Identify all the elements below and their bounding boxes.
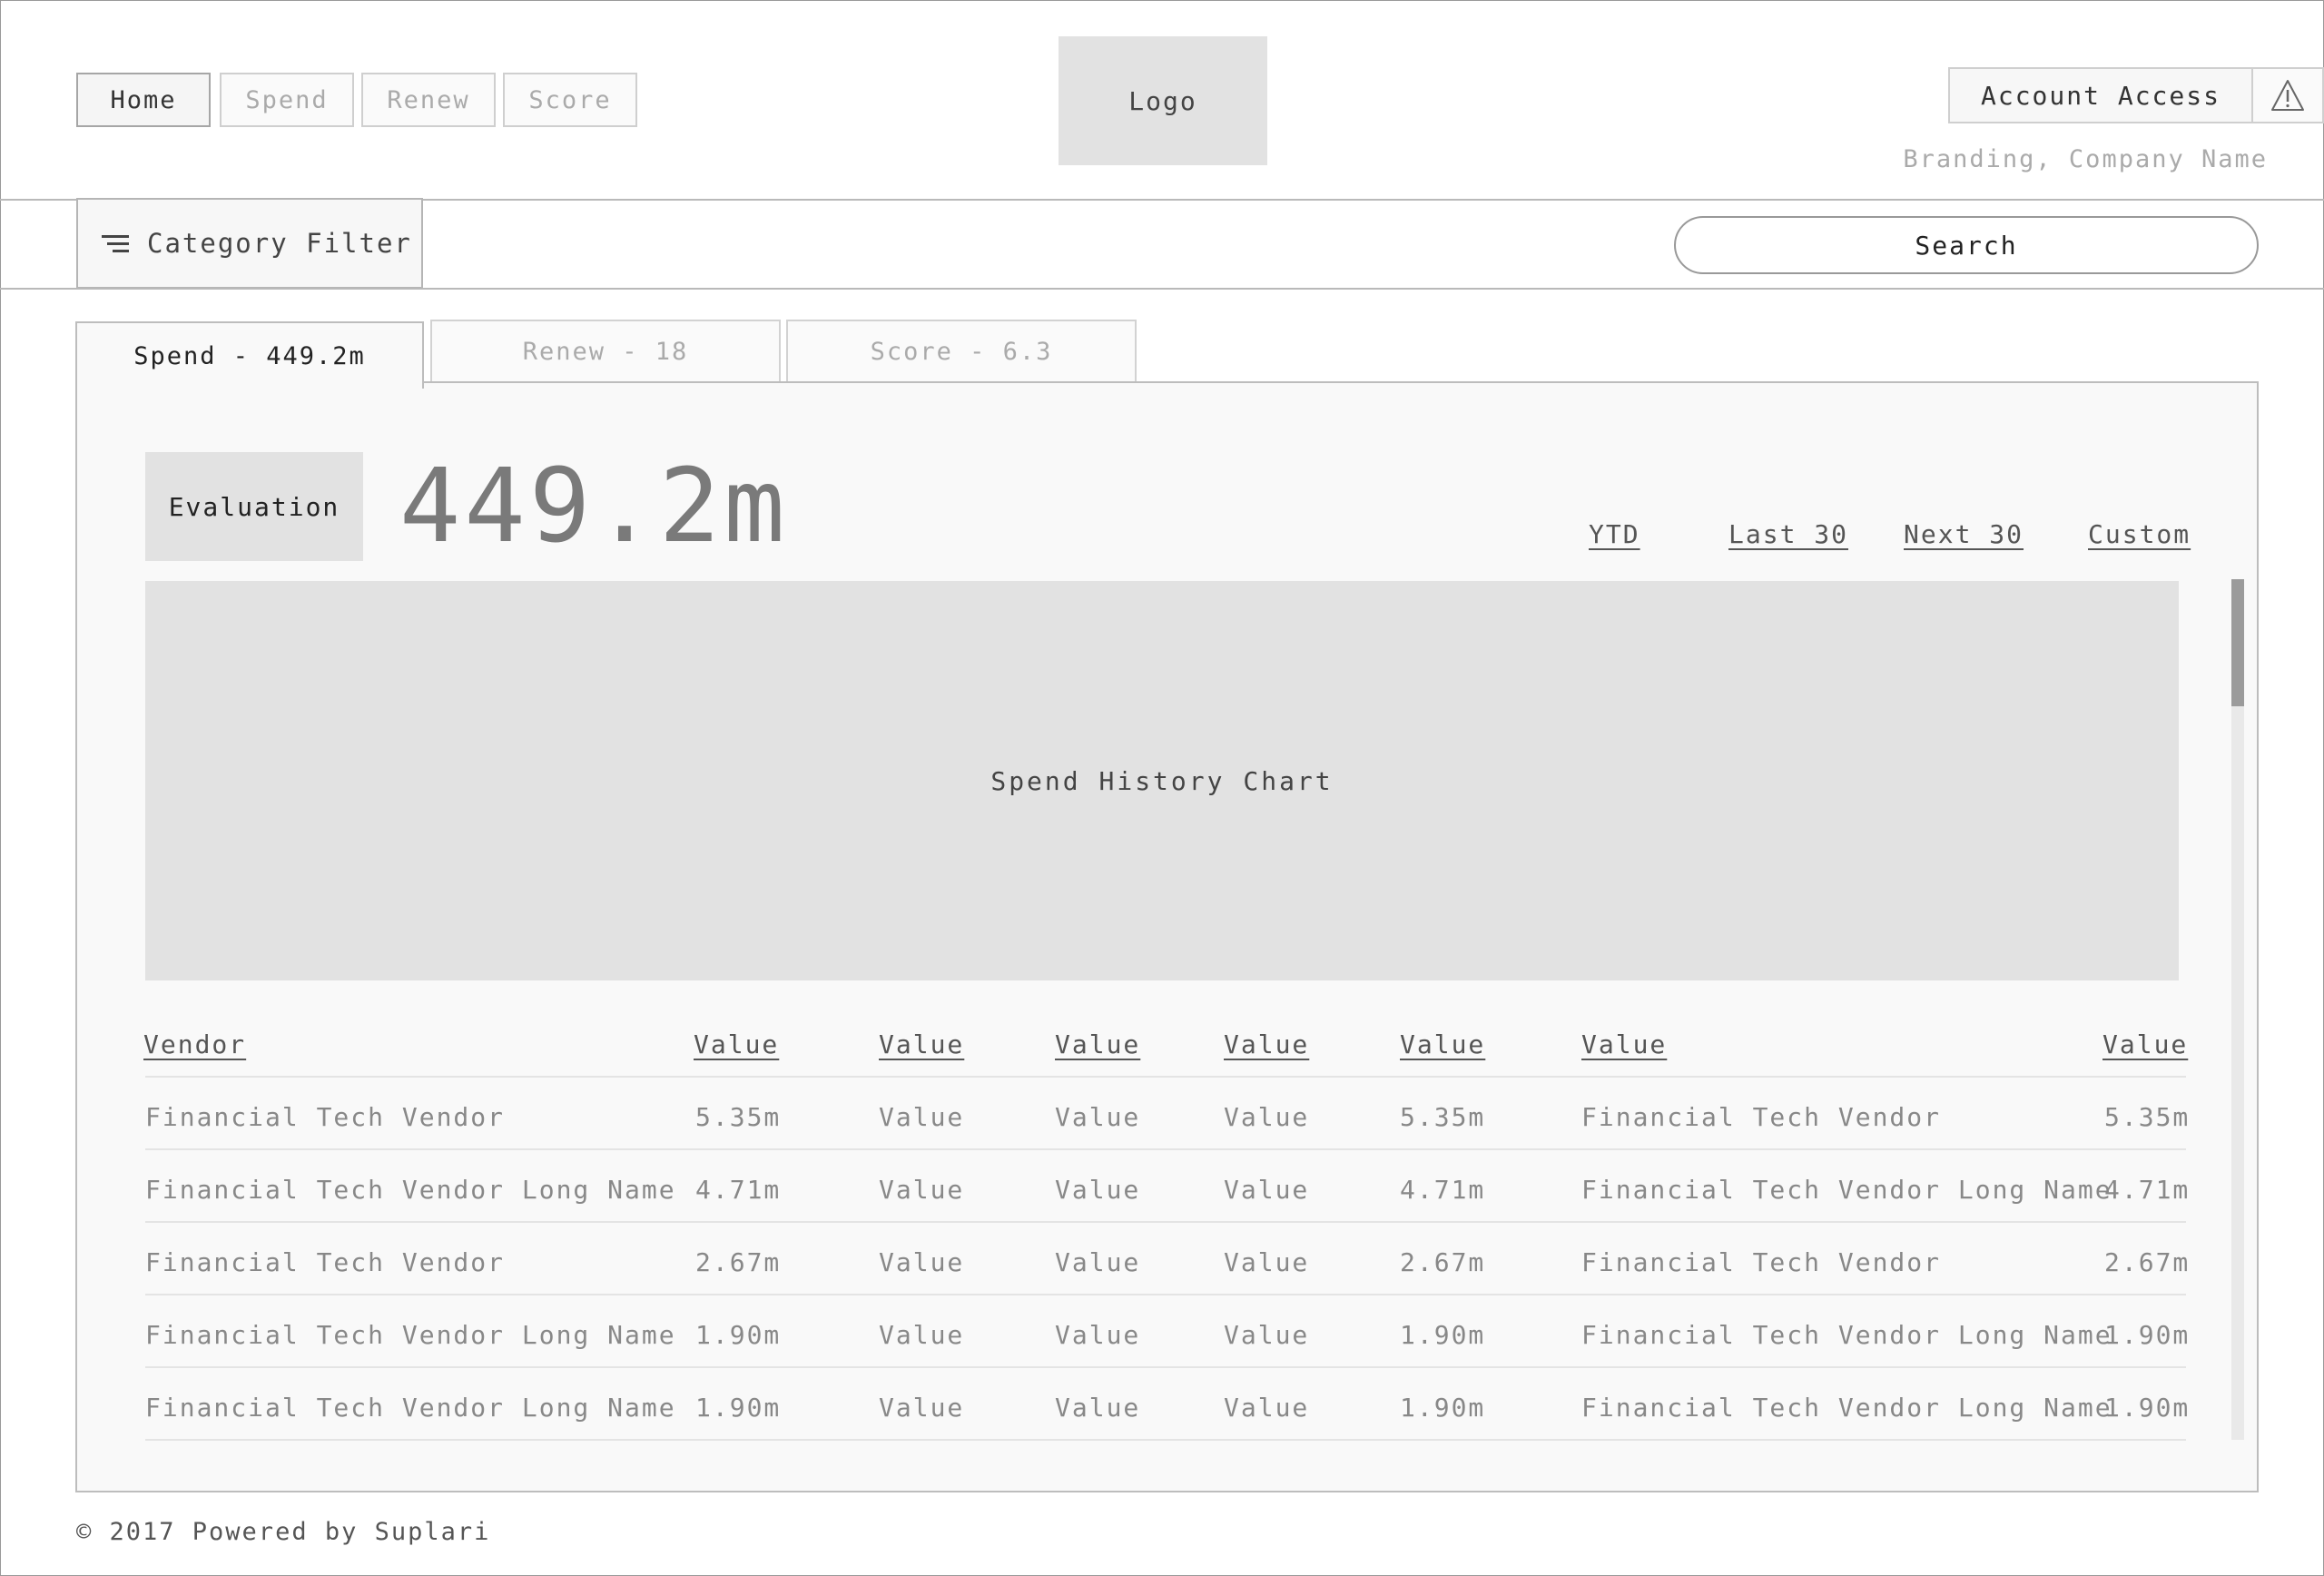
- table-cell-vendor[interactable]: Financial Tech Vendor Long Name: [1581, 1175, 2112, 1205]
- category-filter-button[interactable]: Category Filter: [76, 198, 423, 289]
- account-access-button[interactable]: Account Access: [1948, 67, 2253, 123]
- table-cell: Value: [1055, 1320, 1141, 1350]
- table-cell: Value: [1224, 1320, 1310, 1350]
- column-header-value[interactable]: Value: [1400, 1029, 1485, 1059]
- table-row-divider: [145, 1221, 2186, 1223]
- column-header-value[interactable]: Value: [2102, 1029, 2188, 1059]
- table-cell: Value: [879, 1393, 965, 1423]
- column-header-vendor[interactable]: Vendor: [143, 1029, 246, 1059]
- filter-bar-divider: [0, 288, 2324, 290]
- search-input[interactable]: [1674, 216, 2259, 274]
- table-cell: Value: [1224, 1247, 1310, 1277]
- table-cell-vendor[interactable]: Financial Tech Vendor: [1581, 1102, 1941, 1132]
- tab-spend[interactable]: Spend - 449.2m: [75, 321, 424, 389]
- table-cell: 5.35m: [1400, 1102, 1486, 1132]
- branding-company-name: Branding, Company Name: [1903, 145, 2268, 173]
- spend-history-chart: Spend History Chart: [145, 581, 2179, 980]
- table-cell-vendor[interactable]: Financial Tech Vendor Long Name: [1581, 1393, 2112, 1423]
- column-header-value[interactable]: Value: [1224, 1029, 1309, 1059]
- period-last-30-link[interactable]: Last 30: [1728, 519, 1848, 549]
- tab-renew[interactable]: Renew - 18: [430, 320, 781, 383]
- table-cell: Value: [879, 1175, 965, 1205]
- scrollbar-thumb[interactable]: [2231, 579, 2244, 706]
- nav-spend-button[interactable]: Spend: [220, 73, 354, 127]
- table-cell: Value: [1224, 1393, 1310, 1423]
- table-row-divider: [145, 1148, 2186, 1150]
- table-cell: 4.71m: [2104, 1175, 2191, 1205]
- table-row-divider: [145, 1294, 2186, 1295]
- table-cell: Value: [1055, 1247, 1141, 1277]
- nav-score-button[interactable]: Score: [503, 73, 637, 127]
- table-cell: 4.71m: [695, 1175, 782, 1205]
- column-header-value[interactable]: Value: [1055, 1029, 1140, 1059]
- table-cell-vendor[interactable]: Financial Tech Vendor: [145, 1102, 505, 1132]
- logo[interactable]: Logo: [1059, 36, 1267, 165]
- table-cell: 1.90m: [1400, 1320, 1486, 1350]
- alert-button[interactable]: [2251, 67, 2324, 123]
- table-cell: 1.90m: [1400, 1393, 1486, 1423]
- evaluation-button[interactable]: Evaluation: [145, 452, 363, 561]
- column-header-value[interactable]: Value: [1581, 1029, 1667, 1059]
- table-cell: Value: [1055, 1102, 1141, 1132]
- period-custom-link[interactable]: Custom: [2088, 519, 2191, 549]
- table-cell-vendor[interactable]: Financial Tech Vendor: [1581, 1247, 1941, 1277]
- table-divider: [145, 1076, 2186, 1078]
- table-row-divider: [145, 1366, 2186, 1368]
- total-spend-value: 449.2m: [399, 448, 789, 566]
- chart-placeholder-label: Spend History Chart: [990, 765, 1334, 796]
- table-cell: Value: [879, 1320, 965, 1350]
- tab-score[interactable]: Score - 6.3: [786, 320, 1137, 383]
- logo-label: Logo: [1128, 85, 1197, 116]
- nav-renew-button[interactable]: Renew: [361, 73, 496, 127]
- table-cell-vendor[interactable]: Financial Tech Vendor Long Name: [1581, 1320, 2112, 1350]
- table-cell-vendor[interactable]: Financial Tech Vendor Long Name: [145, 1175, 676, 1205]
- table-cell: 2.67m: [695, 1247, 782, 1277]
- table-cell: Value: [879, 1102, 965, 1132]
- table-cell-vendor[interactable]: Financial Tech Vendor Long Name: [145, 1393, 676, 1423]
- table-cell: 4.71m: [1400, 1175, 1486, 1205]
- table-cell: 2.67m: [2104, 1247, 2191, 1277]
- table-cell: Value: [879, 1247, 965, 1277]
- table-cell-vendor[interactable]: Financial Tech Vendor: [145, 1247, 505, 1277]
- table-row-divider: [145, 1439, 2186, 1441]
- column-header-value[interactable]: Value: [879, 1029, 964, 1059]
- table-cell: 2.67m: [1400, 1247, 1486, 1277]
- column-header-value[interactable]: Value: [694, 1029, 779, 1059]
- table-cell-vendor[interactable]: Financial Tech Vendor Long Name: [145, 1320, 676, 1350]
- table-cell: Value: [1055, 1175, 1141, 1205]
- scrollbar-track[interactable]: [2231, 579, 2244, 1440]
- table-cell: 5.35m: [2104, 1102, 2191, 1132]
- table-cell: Value: [1224, 1175, 1310, 1205]
- table-cell: 5.35m: [695, 1102, 782, 1132]
- table-cell: Value: [1224, 1102, 1310, 1132]
- table-cell: Value: [1055, 1393, 1141, 1423]
- period-ytd-link[interactable]: YTD: [1589, 519, 1640, 549]
- table-cell: 1.90m: [2104, 1393, 2191, 1423]
- table-cell: 1.90m: [2104, 1320, 2191, 1350]
- nav-home-button[interactable]: Home: [76, 73, 211, 127]
- category-filter-label: Category Filter: [147, 228, 412, 259]
- period-next-30-link[interactable]: Next 30: [1904, 519, 2024, 549]
- table-cell: 1.90m: [695, 1393, 782, 1423]
- warning-triangle-icon: [2271, 80, 2304, 111]
- table-cell: 1.90m: [695, 1320, 782, 1350]
- footer-copyright: © 2017 Powered by Suplari: [76, 1518, 491, 1546]
- filter-lines-icon: [102, 235, 129, 252]
